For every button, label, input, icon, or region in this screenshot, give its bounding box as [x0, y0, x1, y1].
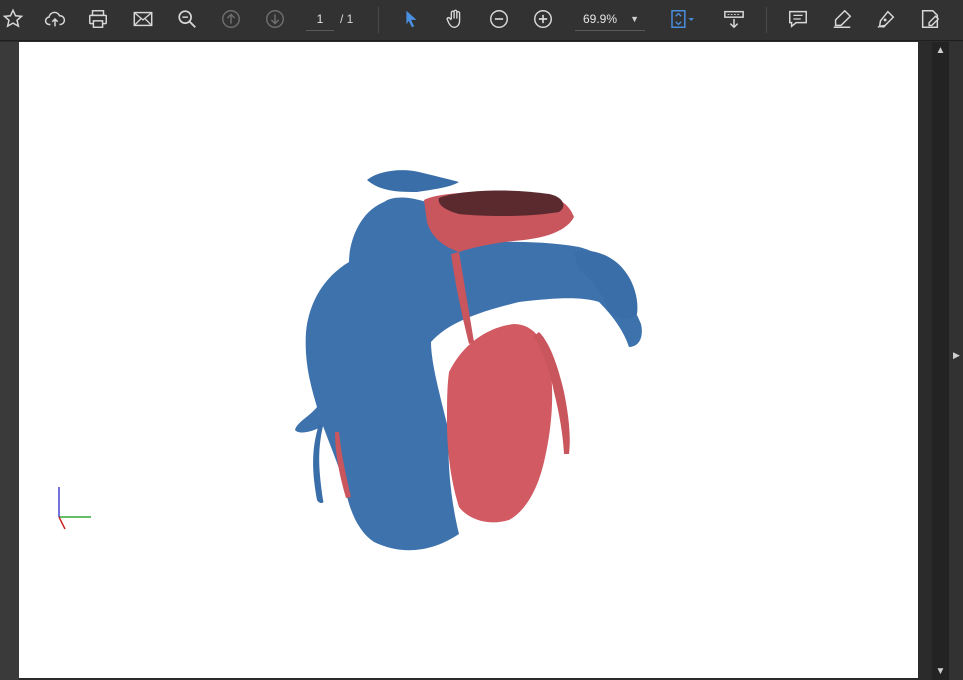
mail-icon[interactable] — [130, 6, 156, 32]
zoom-search-icon[interactable] — [174, 6, 200, 32]
page-total: / 1 — [340, 12, 354, 26]
heart-dark-aorta — [438, 190, 564, 217]
chevron-right-icon[interactable]: ▶ — [953, 350, 960, 361]
right-panel-toggle[interactable]: ▶ — [949, 42, 963, 680]
heart-blue-vessel — [313, 424, 324, 503]
page-down-icon[interactable] — [262, 6, 288, 32]
document-viewer[interactable]: ▲ ▼ ▶ — [0, 42, 963, 680]
zoom-level-select[interactable]: 69.9% ▼ — [575, 8, 645, 31]
fit-page-icon[interactable] — [667, 6, 699, 32]
heart-3d-render[interactable] — [19, 42, 918, 678]
zoom-value: 69.9% — [583, 12, 618, 26]
sign-icon[interactable] — [873, 6, 899, 32]
pdf-page[interactable] — [19, 42, 918, 678]
page-number-input[interactable]: 1 — [306, 8, 334, 31]
hand-tool-icon[interactable] — [442, 6, 468, 32]
read-mode-icon[interactable] — [721, 6, 747, 32]
heart-red-surface — [447, 324, 553, 523]
fill-sign-icon[interactable] — [917, 6, 943, 32]
chevron-down-icon[interactable]: ▼ — [935, 666, 946, 677]
highlight-icon[interactable] — [829, 6, 855, 32]
zoom-in-icon[interactable] — [530, 6, 556, 32]
toolbar: 1 / 1 69.9% ▼ — [0, 0, 963, 41]
cloud-upload-icon[interactable] — [42, 6, 68, 32]
heart-blue-vessel-top — [367, 170, 459, 192]
vertical-scrollbar[interactable]: ▲ ▼ — [932, 42, 949, 680]
star-icon[interactable] — [0, 6, 26, 32]
chevron-up-icon[interactable]: ▲ — [935, 45, 946, 56]
select-cursor-icon[interactable] — [398, 6, 424, 32]
print-icon[interactable] — [85, 6, 111, 32]
toolbar-divider — [378, 7, 379, 33]
comment-icon[interactable] — [785, 6, 811, 32]
page-up-icon[interactable] — [218, 6, 244, 32]
left-panel-edge — [0, 42, 19, 680]
toolbar-divider — [766, 7, 767, 33]
axis-z-line — [58, 516, 66, 530]
chevron-down-icon: ▼ — [630, 14, 639, 24]
zoom-out-icon[interactable] — [486, 6, 512, 32]
